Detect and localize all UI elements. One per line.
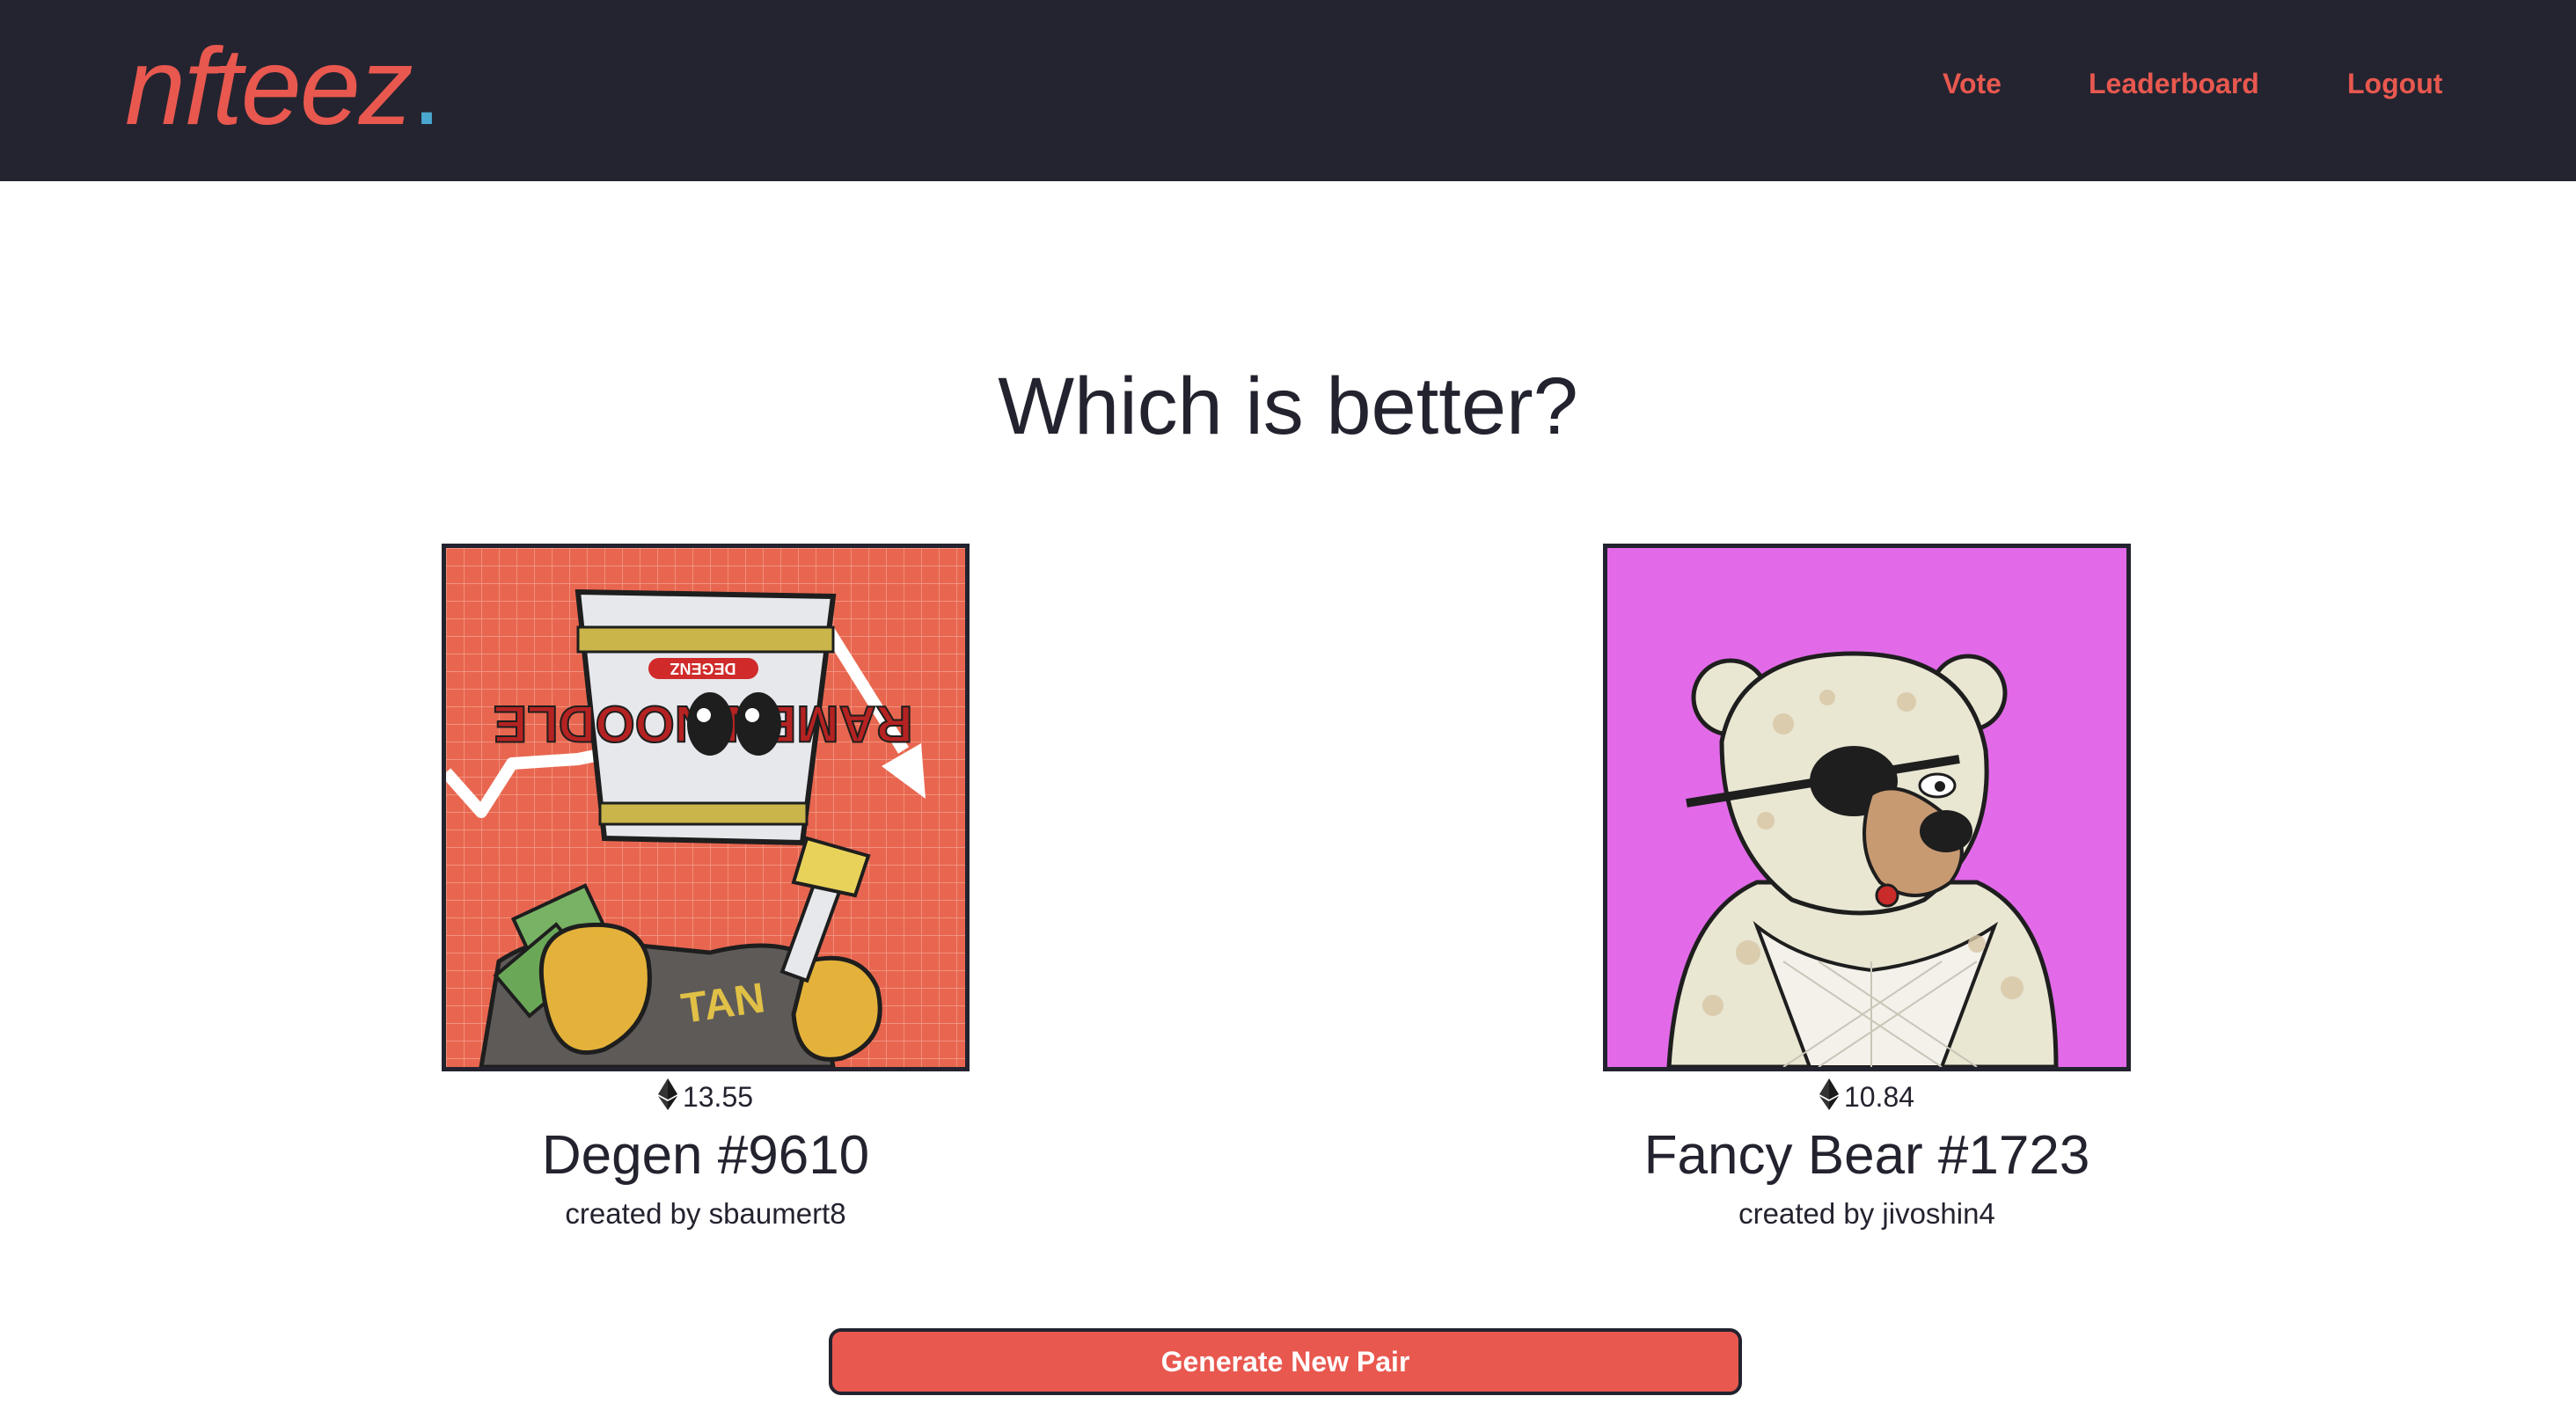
price-value-left: 13.55 (682, 1081, 754, 1113)
nft-image-left[interactable]: TAN DEGENZ RAMEN NOODLE (442, 544, 970, 1071)
nft-creator-right: created by jivoshin4 (1738, 1197, 1995, 1230)
logo[interactable]: nfteez. (125, 30, 442, 144)
nav-link-vote[interactable]: Vote (1943, 62, 2002, 106)
price-value-right: 10.84 (1843, 1081, 1915, 1113)
nft-name-right: Fancy Bear #1723 (1643, 1125, 2090, 1186)
degen-artwork: TAN DEGENZ RAMEN NOODLE (446, 548, 965, 1067)
nav-link-logout[interactable]: Logout (2347, 62, 2442, 106)
cup-sub-label: DEGENZ (670, 660, 735, 677)
nft-name-left: Degen #9610 (541, 1125, 870, 1186)
nft-image-right[interactable] (1603, 544, 2131, 1071)
price-row-left: 13.55 (442, 1078, 970, 1114)
nft-creator-left: created by sbaumert8 (565, 1197, 846, 1230)
price-row-right: 10.84 (1603, 1078, 2131, 1114)
fancy-bear-artwork (1607, 548, 2126, 1067)
logo-text: nfteez (125, 26, 413, 148)
generate-new-pair-button[interactable]: Generate New Pair (829, 1328, 1742, 1395)
nft-card-left: TAN DEGENZ RAMEN NOODLE 13.55 Degen #961… (442, 544, 970, 1233)
ethereum-icon (1819, 1078, 1839, 1110)
top-navbar: nfteez. Vote Leaderboard Logout (0, 0, 2576, 181)
nav-link-leaderboard[interactable]: Leaderboard (2089, 62, 2259, 106)
ethereum-icon (657, 1078, 677, 1110)
page-title: Which is better? (998, 362, 1578, 451)
nft-card-right: 10.84 Fancy Bear #1723 created by jivosh… (1603, 544, 2131, 1233)
logo-dot: . (411, 26, 442, 148)
